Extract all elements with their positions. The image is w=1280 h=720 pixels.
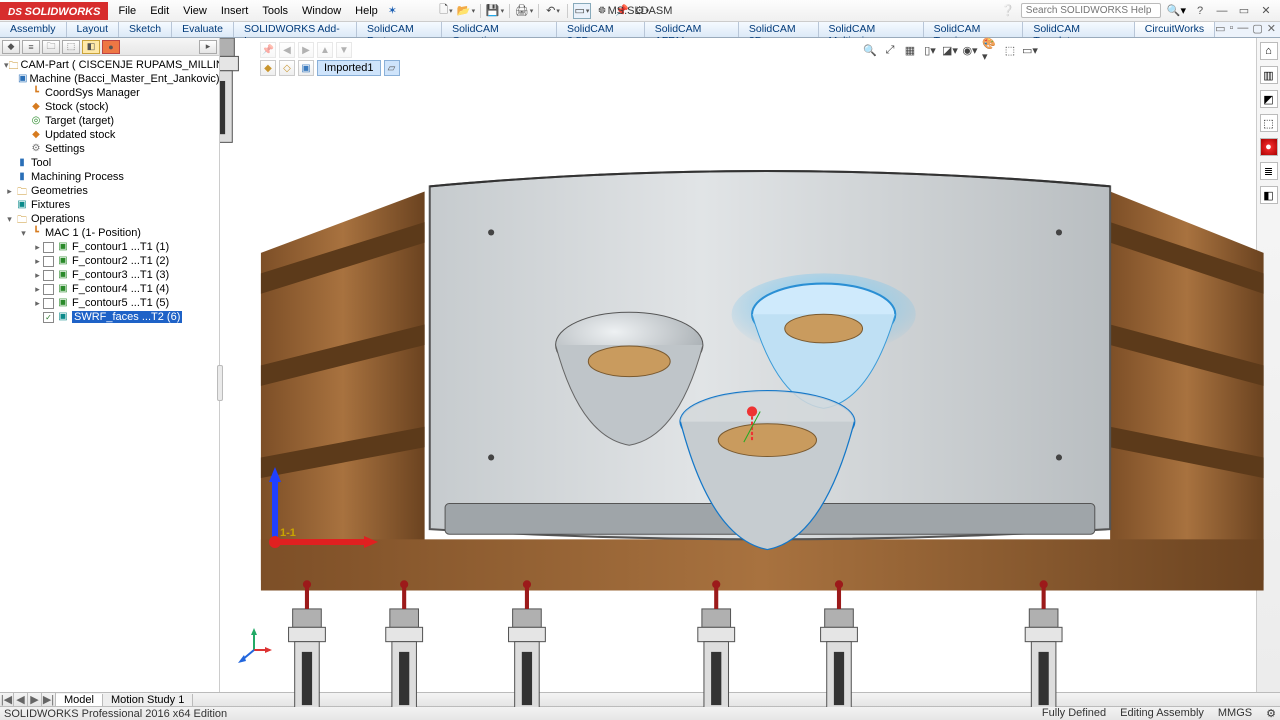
- cmdtab-solidcam-turning[interactable]: SolidCAM Turning: [924, 22, 1024, 37]
- graphics-viewport[interactable]: 📌 ◀ ▶ ▲ ▼ ◆ ◇ ▣ Imported1 ▱ 🔍 ⤢ ▦ ▯▾ ◪▾ …: [220, 38, 1280, 692]
- document-name: MS.SLDASM: [608, 5, 673, 17]
- cmdtab-solidworks-add-ins[interactable]: SOLIDWORKS Add-Ins: [234, 22, 357, 37]
- restore-button[interactable]: ▭: [1236, 4, 1252, 17]
- search-input[interactable]: [1021, 3, 1161, 18]
- cmdtab-solidcam-2-5d[interactable]: SolidCAM 2.5D: [557, 22, 645, 37]
- open-button[interactable]: 📂: [457, 3, 475, 19]
- tab-scroll-first-icon[interactable]: |◀: [0, 693, 14, 706]
- cmdtab-solidcam-operations[interactable]: SolidCAM Operations: [442, 22, 557, 37]
- tree-tool: Tool: [31, 157, 51, 169]
- tree-root: CAM-Part ( CISCENJE RUPAMS_MILLING_1): [21, 59, 219, 71]
- menu-file[interactable]: File: [118, 5, 136, 17]
- cmdtab-circuitworks[interactable]: CircuitWorks: [1135, 22, 1215, 37]
- cmdtab-solidcam-part[interactable]: SolidCAM Part: [357, 22, 442, 37]
- panel-max-icon[interactable]: ▢: [1252, 22, 1262, 37]
- sidebar-tab-strip: ◆ ≡ 🗀 ⬚ ◧ ● ▸: [0, 38, 219, 56]
- coord-system-icon: 1-1: [250, 462, 380, 572]
- panel-min-icon[interactable]: ▭: [1215, 22, 1225, 37]
- tree-operations: Operations: [31, 213, 85, 225]
- status-defined: Fully Defined: [1042, 707, 1106, 720]
- feature-manager-panel: ◆ ≡ 🗀 ⬚ ◧ ● ▸ ▾🗀CAM-Part ( CISCENJE RUPA…: [0, 38, 220, 692]
- cmdtab-solidcam-templates[interactable]: SolidCAM Templates: [1023, 22, 1134, 37]
- tab-feature-tree[interactable]: ◆: [2, 40, 20, 54]
- tree-fixtures: Fixtures: [31, 199, 70, 211]
- close-button[interactable]: ✕: [1258, 4, 1274, 17]
- cmdtab-sketch[interactable]: Sketch: [119, 22, 172, 37]
- panel-restore-icon[interactable]: ▫: [1229, 22, 1233, 37]
- new-button[interactable]: 🗋: [437, 3, 455, 19]
- print-button[interactable]: 🖨: [515, 3, 533, 19]
- help-icon[interactable]: ❔: [1001, 4, 1015, 17]
- tree-op-2[interactable]: F_contour2 ...T1 (2): [72, 255, 169, 267]
- tab-scroll-next-icon[interactable]: ▶: [28, 693, 42, 706]
- status-units[interactable]: MMGS: [1218, 707, 1252, 720]
- menu-edit[interactable]: Edit: [150, 5, 169, 17]
- tab-scroll-prev-icon[interactable]: ◀: [14, 693, 28, 706]
- title-bar: DS SOLIDWORKS File Edit View Insert Tool…: [0, 0, 1280, 22]
- menu-tools[interactable]: Tools: [262, 5, 288, 17]
- pin-icon[interactable]: ✶: [388, 4, 397, 17]
- tree-settings: Settings: [45, 143, 85, 155]
- cmdtab-layout[interactable]: Layout: [67, 22, 120, 37]
- command-manager-tabs: AssemblyLayoutSketchEvaluateSOLIDWORKS A…: [0, 22, 1280, 38]
- status-edition: SOLIDWORKS Professional 2016 x64 Edition: [4, 708, 227, 720]
- tab-property[interactable]: ≡: [22, 40, 40, 54]
- undo-button[interactable]: ↶: [544, 3, 562, 19]
- tree-coordsys: CoordSys Manager: [45, 87, 140, 99]
- panel-close-icon[interactable]: ✕: [1267, 22, 1276, 37]
- cmdtab-solidcam-multiaxis[interactable]: SolidCAM Multiaxis: [819, 22, 924, 37]
- status-bar: SOLIDWORKS Professional 2016 x64 Edition…: [0, 706, 1280, 720]
- app-logo: DS SOLIDWORKS: [0, 2, 108, 20]
- main-area: ◆ ≡ 🗀 ⬚ ◧ ● ▸ ▾🗀CAM-Part ( CISCENJE RUPA…: [0, 38, 1280, 692]
- menu-help[interactable]: Help: [355, 5, 378, 17]
- menu-insert[interactable]: Insert: [221, 5, 249, 17]
- tree-machine: Machine (Bacci_Master_Ent_Jankovic): [29, 73, 219, 85]
- sidebar-dropdown-icon[interactable]: ▸: [199, 40, 217, 54]
- tab-cam[interactable]: ◧: [82, 40, 100, 54]
- cmdtab-solidcam-3d[interactable]: SolidCAM 3D: [739, 22, 819, 37]
- tab-model[interactable]: Model: [56, 694, 103, 706]
- tab-scroll-last-icon[interactable]: ▶|: [42, 693, 56, 706]
- cmdtab-solidcam-afrm[interactable]: SolidCAM AFRM: [645, 22, 739, 37]
- status-gear-icon[interactable]: ⚙: [1266, 707, 1276, 720]
- tree-mac: MAC 1 (1- Position): [45, 227, 141, 239]
- tree-op-1[interactable]: F_contour1 ...T1 (1): [72, 241, 169, 253]
- tab-config[interactable]: 🗀: [42, 40, 60, 54]
- search-icon[interactable]: 🔍▾: [1167, 4, 1186, 17]
- tab-display[interactable]: ⬚: [62, 40, 80, 54]
- save-button[interactable]: 💾: [486, 3, 504, 19]
- cmdtab-evaluate[interactable]: Evaluate: [172, 22, 234, 37]
- tab-cam-red[interactable]: ●: [102, 40, 120, 54]
- menu-view[interactable]: View: [183, 5, 207, 17]
- tree-op-3[interactable]: F_contour3 ...T1 (3): [72, 269, 169, 281]
- menu-window[interactable]: Window: [302, 5, 341, 17]
- minimize-button[interactable]: —: [1214, 5, 1230, 17]
- tab-motion-study[interactable]: Motion Study 1: [103, 694, 193, 706]
- tree-target: Target (target): [45, 115, 114, 127]
- tree-op-selected: SWRF_faces ...T2 (6): [72, 311, 182, 323]
- tree-op-4[interactable]: F_contour4 ...T1 (4): [72, 283, 169, 295]
- orientation-triad[interactable]: [236, 628, 272, 664]
- panel-minus-icon[interactable]: —: [1237, 22, 1248, 37]
- tree-updated: Updated stock: [45, 129, 115, 141]
- main-menu: File Edit View Insert Tools Window Help: [118, 5, 377, 17]
- status-editing: Editing Assembly: [1120, 707, 1204, 720]
- tree-op-5[interactable]: F_contour5 ...T1 (5): [72, 297, 169, 309]
- tree-machproc: Machining Process: [31, 171, 124, 183]
- svg-text:1-1: 1-1: [280, 527, 296, 539]
- cmdtab-assembly[interactable]: Assembly: [0, 22, 67, 37]
- help-button[interactable]: ?: [1192, 5, 1208, 17]
- model-canvas[interactable]: [220, 38, 1280, 707]
- select-button[interactable]: ▭: [573, 3, 591, 19]
- tree-geom: Geometries: [31, 185, 88, 197]
- tree-stock: Stock (stock): [45, 101, 109, 113]
- cam-tree[interactable]: ▾🗀CAM-Part ( CISCENJE RUPAMS_MILLING_1) …: [0, 56, 219, 692]
